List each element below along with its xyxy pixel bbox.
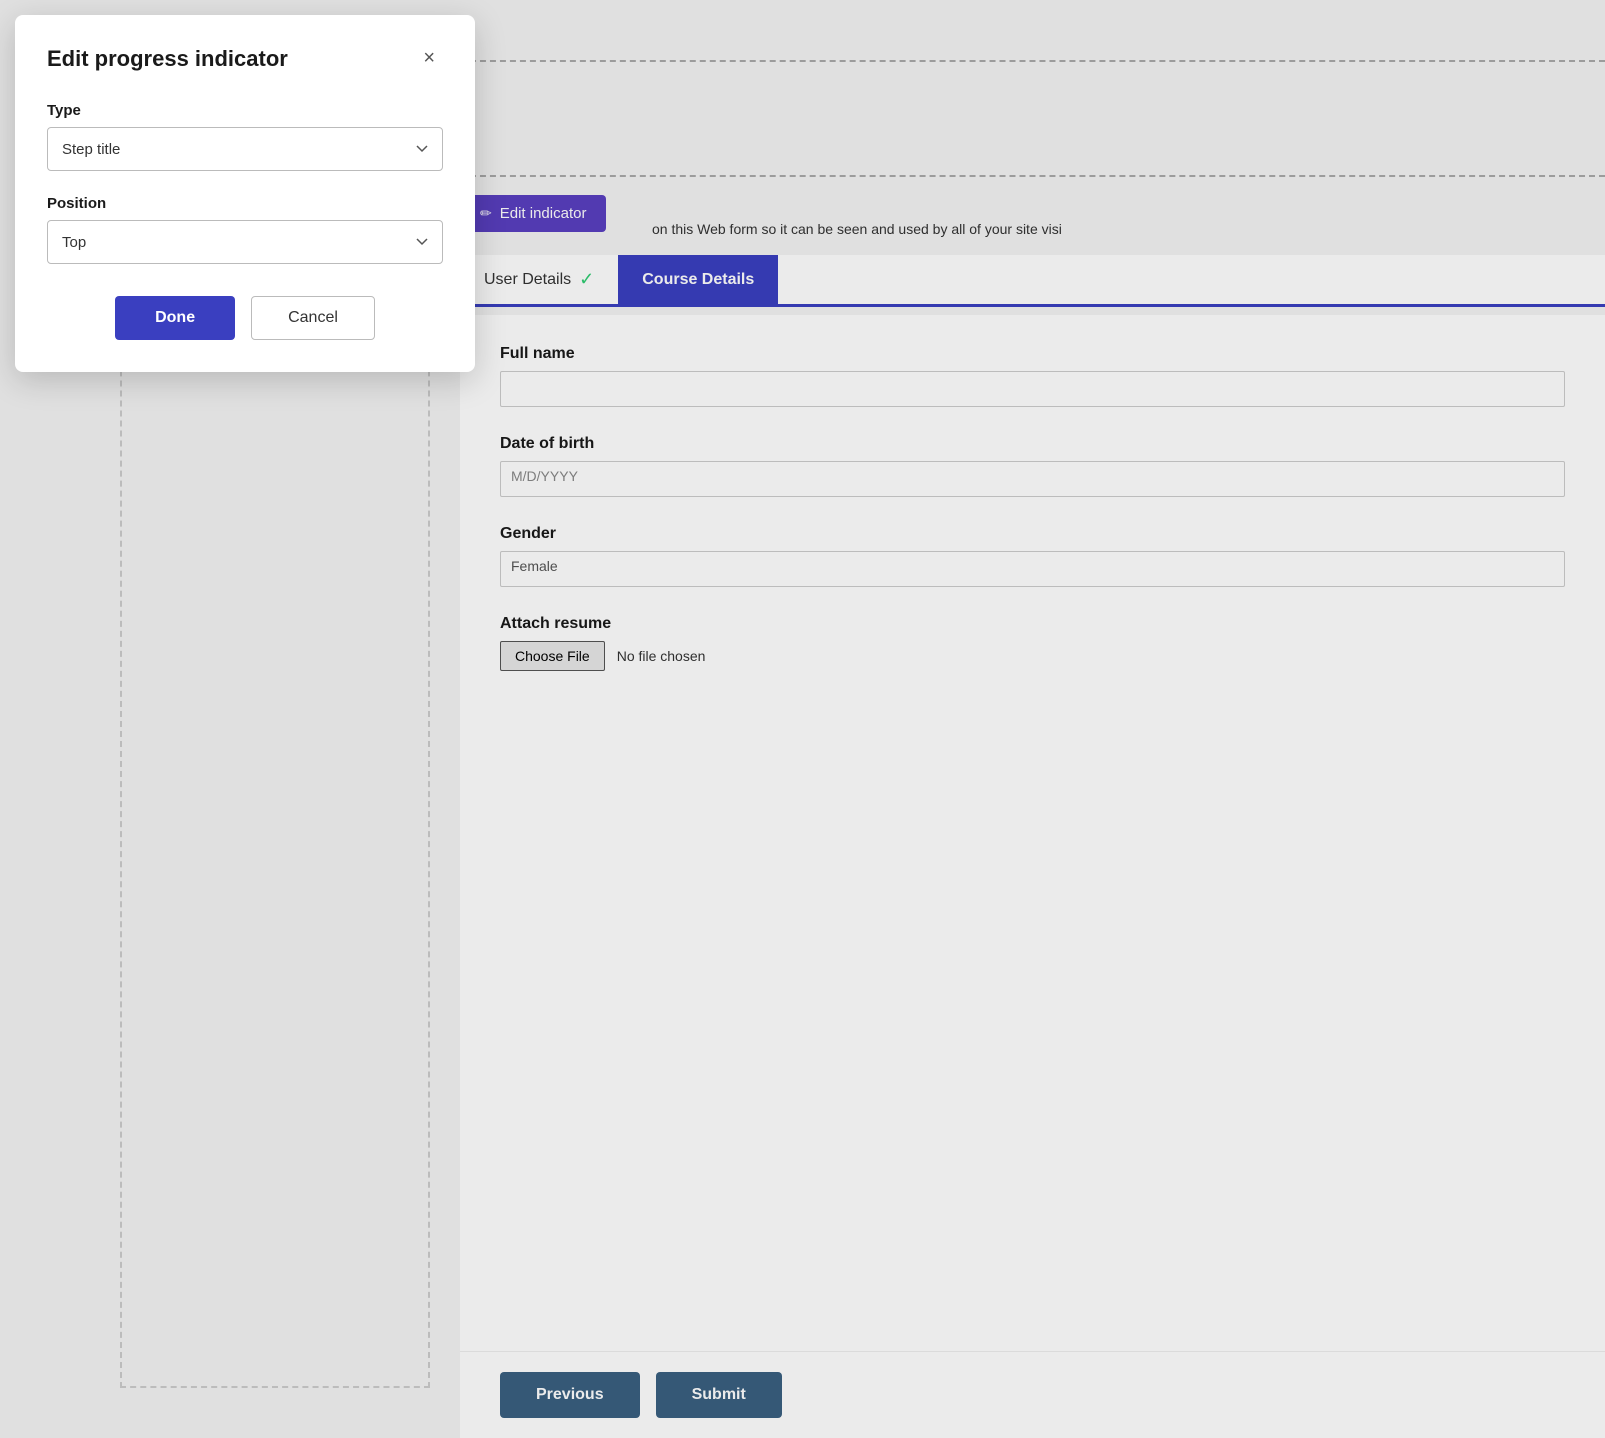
modal-type-field: Type Step title Step number Progress bar <box>47 102 443 171</box>
modal-position-label: Position <box>47 195 443 212</box>
modal-position-select[interactable]: Top Bottom Left Right <box>47 220 443 264</box>
modal-actions: Done Cancel <box>47 296 443 340</box>
modal-close-button[interactable]: × <box>415 43 443 74</box>
modal-type-select[interactable]: Step title Step number Progress bar <box>47 127 443 171</box>
done-button[interactable]: Done <box>115 296 235 340</box>
modal-type-select-wrapper: Step title Step number Progress bar <box>47 127 443 171</box>
modal-type-label: Type <box>47 102 443 119</box>
edit-progress-indicator-modal: Edit progress indicator × Type Step titl… <box>15 15 475 372</box>
modal-title: Edit progress indicator <box>47 46 288 72</box>
modal-position-select-wrapper: Top Bottom Left Right <box>47 220 443 264</box>
modal-position-field: Position Top Bottom Left Right <box>47 195 443 264</box>
cancel-button[interactable]: Cancel <box>251 296 375 340</box>
modal-header: Edit progress indicator × <box>47 43 443 74</box>
